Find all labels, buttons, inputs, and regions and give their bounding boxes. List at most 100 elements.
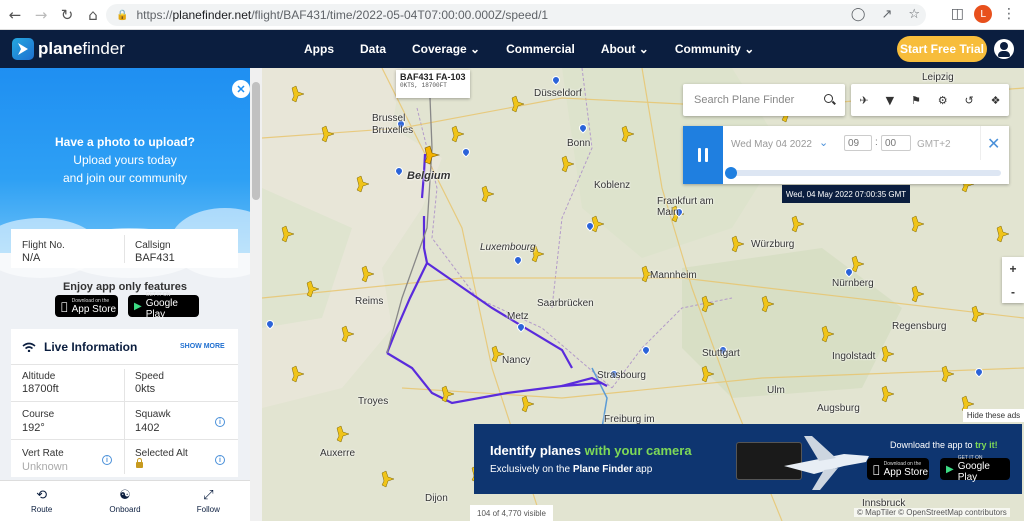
ad-app-store-button[interactable]:  Download on theApp Store bbox=[867, 458, 929, 480]
home-icon[interactable]: ⌂ bbox=[82, 4, 104, 26]
nav-data[interactable]: Data bbox=[360, 42, 386, 56]
city-label: Regensburg bbox=[892, 321, 947, 332]
flight-label-tag[interactable]: BAF431 FA-103 0KTS, 18700FT bbox=[396, 70, 470, 98]
ad-google-play-button[interactable]: ▶ GET IT ON Google Play bbox=[940, 455, 1010, 483]
eye-off-icon[interactable]: ◯ bbox=[851, 7, 866, 22]
tab-route[interactable]: ⟲ Route bbox=[0, 481, 83, 521]
nav-about[interactable]: About ⌄ bbox=[601, 42, 649, 56]
chevron-down-icon[interactable]: ⌄ bbox=[819, 136, 828, 149]
city-label: Strasbourg bbox=[597, 370, 646, 381]
plane-mode-icon[interactable]: ✈ bbox=[859, 94, 868, 107]
filter-icon[interactable]: ▼ bbox=[886, 94, 894, 107]
squawk-info-icon[interactable]: i bbox=[215, 417, 225, 427]
layers-icon[interactable]: ❖ bbox=[991, 94, 1001, 107]
play-icon: ▶ bbox=[946, 463, 954, 475]
city-label: Ulm bbox=[767, 385, 785, 396]
menu-icon[interactable]: ⋮ bbox=[1002, 6, 1016, 22]
city-label: Nancy bbox=[502, 355, 531, 366]
nav-community[interactable]: Community ⌄ bbox=[675, 42, 754, 56]
vert-rate-value: Unknown bbox=[22, 461, 68, 473]
city-label: Nürnberg bbox=[832, 278, 874, 289]
settings-icon[interactable]: ⚙ bbox=[938, 94, 948, 107]
search-input[interactable]: Search Plane Finder bbox=[683, 84, 845, 116]
city-label: Frankfurt am Main bbox=[657, 196, 714, 218]
minute-select[interactable]: 00 bbox=[881, 135, 911, 151]
altitude-label: Altitude bbox=[22, 371, 56, 382]
city-label: Bruxelles bbox=[372, 125, 414, 136]
selected-alt-label: Selected Alt bbox=[135, 448, 188, 459]
hide-ads-link[interactable]: Hide these ads bbox=[963, 409, 1024, 422]
back-icon[interactable]: ← bbox=[4, 4, 26, 26]
city-label: Düsseldorf bbox=[534, 88, 582, 99]
ad-banner[interactable]: Identify planes with your camera Exclusi… bbox=[474, 424, 1022, 494]
promo-line-2: and join our community bbox=[62, 171, 188, 185]
search-icon[interactable] bbox=[824, 94, 833, 103]
promo-line-1: Upload yours today bbox=[73, 153, 177, 167]
google-play-button[interactable]: ▶ GET IT ON Google Play bbox=[128, 292, 199, 320]
star-icon[interactable]: ☆ bbox=[908, 7, 920, 22]
playback-knob[interactable] bbox=[725, 167, 737, 179]
nav-coverage[interactable]: Coverage ⌄ bbox=[412, 42, 480, 56]
main-nav: Apps Data Coverage ⌄ Commercial About ⌄ … bbox=[304, 30, 754, 68]
hour-select[interactable]: 09 bbox=[844, 135, 872, 151]
city-label: Auxerre bbox=[320, 448, 356, 459]
zoom-in-button[interactable]: + bbox=[1009, 262, 1016, 276]
playback-track[interactable] bbox=[729, 170, 1001, 176]
squawk-label: Squawk bbox=[135, 409, 171, 420]
close-promo-button[interactable]: ✕ bbox=[232, 80, 250, 98]
ad-title: Identify planes with your camera bbox=[490, 443, 692, 458]
vert-rate-info-icon[interactable]: i bbox=[102, 455, 112, 465]
speed-label: Speed bbox=[135, 371, 164, 382]
city-label: Metz bbox=[507, 311, 529, 322]
selected-alt-info-icon[interactable]: i bbox=[215, 455, 225, 465]
ad-download-text: Download the app to try it! bbox=[890, 440, 998, 450]
city-label: Brussel bbox=[372, 113, 406, 124]
city-label: Reims bbox=[355, 296, 384, 307]
reload-icon[interactable]: ↻ bbox=[56, 4, 78, 26]
forward-icon[interactable]: → bbox=[30, 4, 52, 26]
app-features-heading: Enjoy app only features bbox=[62, 281, 188, 293]
scroll-thumb[interactable] bbox=[252, 82, 260, 200]
profile-avatar[interactable]: L bbox=[974, 5, 992, 23]
sidebar-toggle-icon[interactable]: ◫ bbox=[951, 6, 964, 22]
nav-commercial[interactable]: Commercial bbox=[506, 42, 575, 56]
flight-label-sub: 0KTS, 18700FT bbox=[400, 82, 447, 89]
city-label: Dijon bbox=[425, 493, 448, 504]
country-label: Belgium bbox=[407, 170, 451, 182]
photo-upload-promo[interactable]: ✕ Have a photo to upload? Upload yours t… bbox=[0, 68, 262, 278]
timezone-label: GMT+2 bbox=[917, 139, 951, 150]
play-icon: ▶ bbox=[134, 300, 142, 312]
live-info-heading: Live Information bbox=[44, 340, 138, 354]
app-store-button[interactable]:  Download on theApp Store bbox=[55, 295, 118, 317]
follow-icon: ⤢ bbox=[203, 488, 214, 503]
bookmark-icon[interactable]: ⚑ bbox=[911, 94, 921, 107]
close-playback-icon[interactable]: ✕ bbox=[987, 134, 1000, 153]
pause-button[interactable] bbox=[683, 126, 723, 184]
share-icon[interactable]: ↗ bbox=[881, 7, 892, 22]
url-host: planefinder.net bbox=[172, 8, 252, 22]
flight-no-label: Flight No. bbox=[22, 240, 65, 251]
user-account-icon[interactable] bbox=[994, 39, 1014, 59]
show-more-link[interactable]: SHOW MORE bbox=[180, 343, 225, 350]
url-prefix: https:// bbox=[136, 8, 173, 22]
callsign-label: Callsign bbox=[135, 240, 171, 251]
tab-onboard[interactable]: ☯ Onboard bbox=[83, 481, 166, 521]
course-value: 192° bbox=[22, 422, 45, 434]
logo-icon bbox=[12, 38, 34, 60]
flight-map[interactable]: Düsseldorf Brussel Bruxelles Belgium Bon… bbox=[262, 68, 1024, 521]
history-icon[interactable]: ↺ bbox=[965, 94, 974, 107]
course-label: Course bbox=[22, 409, 55, 420]
city-label: Würzburg bbox=[751, 239, 795, 250]
time-tooltip: Wed, 04 May 2022 07:00:35 GMT bbox=[782, 185, 910, 203]
altitude-value: 18700ft bbox=[22, 383, 59, 395]
address-bar[interactable]: 🔒 https:// planefinder.net /flight/BAF43… bbox=[106, 4, 926, 26]
zoom-out-button[interactable]: - bbox=[1011, 285, 1015, 299]
map-attribution[interactable]: © MapTiler © OpenStreetMap contributors bbox=[854, 508, 1010, 517]
nav-apps[interactable]: Apps bbox=[304, 42, 334, 56]
date-select[interactable]: Wed May 04 2022 bbox=[731, 139, 812, 150]
sidebar-scrollbar[interactable] bbox=[250, 68, 262, 521]
start-free-trial-button[interactable]: Start Free Trial bbox=[897, 36, 987, 62]
planefinder-logo[interactable]: planefinder bbox=[12, 38, 125, 60]
tab-follow[interactable]: ⤢ Follow bbox=[167, 481, 250, 521]
callsign-value: BAF431 bbox=[135, 252, 175, 264]
